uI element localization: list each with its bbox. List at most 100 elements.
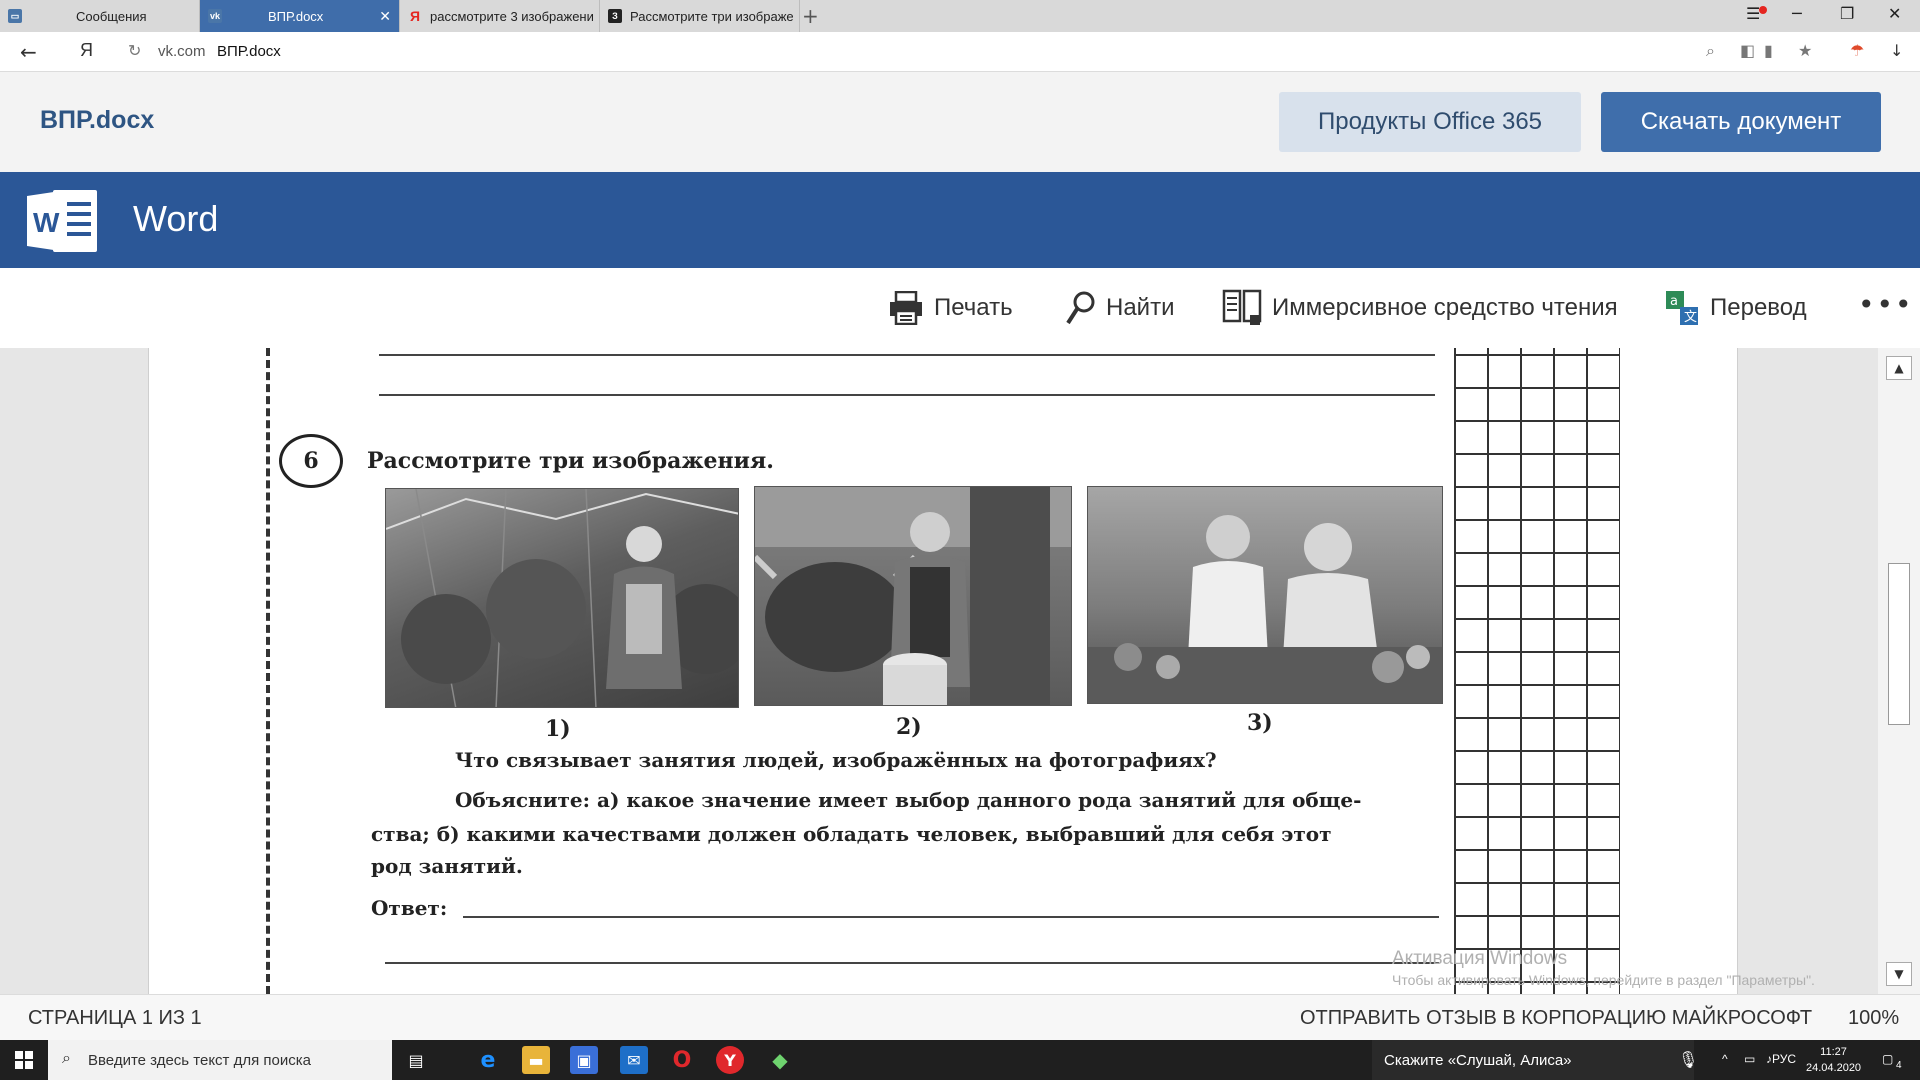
feedback-link[interactable]: ОТПРАВИТЬ ОТЗЫВ В КОРПОРАЦИЮ МАЙКРОСОФТ (1300, 1007, 1812, 1030)
question-number: 6 (279, 434, 343, 488)
umbrella-icon[interactable]: ☂ (1850, 41, 1864, 60)
page-indicator: СТРАНИЦА 1 ИЗ 1 (28, 1007, 202, 1029)
bookmark-star-icon[interactable]: ★ (1798, 41, 1812, 60)
zoom-icon[interactable]: ⌕ (1706, 41, 1715, 61)
windows-activation-hint: Чтобы активировать Windows, перейдите в … (1392, 972, 1815, 988)
url-domain[interactable]: vk.com (158, 43, 206, 60)
search-placeholder: Введите здесь текст для поиска (88, 1051, 311, 1069)
answer-line (463, 916, 1439, 918)
task-view-icon[interactable]: ▤ (402, 1046, 430, 1074)
close-window-icon[interactable]: ✕ (1888, 4, 1901, 23)
back-arrow-icon[interactable]: ← (20, 40, 37, 64)
office-header: ВПР.docx Продукты Office 365 Скачать док… (0, 72, 1920, 172)
browser-tab-strip: ▭ Сообщения vk ВПР.docx ✕ Я рассмотрите … (0, 0, 1920, 32)
search-icon (1066, 291, 1095, 325)
mail-icon[interactable]: ✉ (620, 1046, 648, 1074)
document-viewport[interactable]: 6 Рассмотрите три изображения. 1) 2) 3) … (0, 348, 1920, 994)
vertical-scrollbar[interactable]: ▲ ▼ (1878, 348, 1920, 994)
immersive-reader-button[interactable]: Иммерсивное средство чтения (1222, 288, 1618, 328)
printer-icon (890, 291, 922, 325)
tab-yandex-search[interactable]: Я рассмотрите 3 изображени (400, 0, 600, 32)
translate-label: Перевод (1710, 294, 1807, 321)
network-icon[interactable]: ▭ (1744, 1052, 1755, 1066)
print-label: Печать (934, 294, 1013, 321)
windows-taskbar: ⌕ Введите здесь текст для поиска ▤ e ▬ ▣… (0, 1040, 1920, 1080)
scroll-up-icon[interactable]: ▲ (1886, 356, 1912, 380)
messages-icon: ▭ (8, 9, 22, 23)
margin-dashed-line (266, 348, 270, 994)
start-button[interactable] (0, 1040, 48, 1080)
taskbar-clock[interactable]: 11:27 24.04.2020 (1806, 1044, 1861, 1076)
word-app-band: W Word (0, 172, 1920, 268)
alice-prompt: Скажите «Слушай, Алиса» (1384, 1051, 1572, 1069)
windows-activation-title: Активация Windows (1392, 948, 1568, 969)
tab-vpr-docx[interactable]: vk ВПР.docx ✕ (200, 0, 400, 32)
protect-icon[interactable]: ◧ (1740, 41, 1755, 60)
vk-icon: vk (208, 9, 222, 23)
tab-messages[interactable]: ▭ Сообщения (0, 0, 200, 32)
office-products-button[interactable]: Продукты Office 365 (1279, 92, 1581, 152)
zoom-level[interactable]: 100% (1848, 1007, 1899, 1030)
scroll-thumb[interactable] (1888, 563, 1910, 725)
explain-line-3: род занятий. (371, 854, 523, 878)
find-label: Найти (1106, 294, 1175, 321)
tab-znanija[interactable]: З Рассмотрите три изображе (600, 0, 800, 32)
scroll-down-icon[interactable]: ▼ (1886, 962, 1912, 986)
photo-farmer-cow (754, 486, 1072, 706)
svg-text:文: 文 (1684, 310, 1697, 325)
svg-text:W: W (33, 207, 60, 238)
edge-icon[interactable]: e (474, 1046, 502, 1074)
store-icon[interactable]: ▣ (570, 1046, 598, 1074)
photo-greenhouse (385, 488, 739, 708)
app-name: Word (133, 198, 219, 239)
language-indicator[interactable]: РУС (1772, 1052, 1796, 1066)
url-page-title[interactable]: ВПР.docx (217, 43, 281, 60)
tray-chevron-icon[interactable]: ^ (1722, 1052, 1728, 1066)
translate-button[interactable]: a 文 Перевод (1664, 288, 1807, 328)
microphone-icon[interactable]: 🎙 (1678, 1050, 1698, 1070)
word-logo-icon: W (27, 190, 97, 252)
photo-label-1: 1) (545, 716, 571, 742)
search-icon: ⌕ (62, 1050, 71, 1067)
minimize-icon[interactable]: ─ (1792, 4, 1802, 23)
answer-line (379, 394, 1435, 396)
immersive-reader-label: Иммерсивное средство чтения (1272, 294, 1618, 321)
sims-icon[interactable]: ◆ (766, 1046, 794, 1074)
menu-icon[interactable]: ☰ (1746, 4, 1760, 23)
photo-couple-harvest (1087, 486, 1443, 704)
z-icon: З (608, 9, 622, 23)
notification-center-icon[interactable]: ▢ (1882, 1052, 1893, 1066)
new-tab-button[interactable]: + (802, 4, 819, 28)
print-button[interactable]: Печать (888, 288, 1013, 328)
restore-icon[interactable]: ❐ (1840, 4, 1854, 23)
immersive-reader-icon (1222, 289, 1262, 325)
photo-label-2: 2) (896, 714, 922, 740)
answer-label: Ответ: (371, 896, 448, 920)
close-tab-icon[interactable]: ✕ (379, 8, 391, 25)
download-document-button[interactable]: Скачать документ (1601, 92, 1881, 152)
file-explorer-icon[interactable]: ▬ (522, 1046, 550, 1074)
explain-line-1: Объясните: а) какое значение имеет выбор… (455, 788, 1362, 812)
yandex-browser-icon[interactable]: Y (716, 1046, 744, 1074)
answer-line (379, 354, 1435, 356)
clock-date: 24.04.2020 (1806, 1062, 1862, 1074)
download-icon[interactable]: ↓ (1890, 41, 1903, 60)
translate-icon: a 文 (1666, 291, 1698, 325)
status-bar: СТРАНИЦА 1 ИЗ 1 ОТПРАВИТЬ ОТЗЫВ В КОРПОР… (0, 994, 1920, 1040)
tab-label: рассмотрите 3 изображени (430, 8, 594, 24)
reload-icon[interactable]: ↻ (128, 41, 141, 60)
more-options-icon[interactable]: ••• (1858, 288, 1914, 321)
tab-label: Рассмотрите три изображе (630, 8, 794, 24)
answer-line (385, 962, 1439, 964)
question-text: Что связывает занятия людей, изображённы… (455, 748, 1217, 772)
opera-icon[interactable]: O (668, 1046, 696, 1074)
lock-icon[interactable]: ▮ (1764, 41, 1773, 60)
tab-label: Сообщения (76, 8, 147, 24)
clock-time: 11:27 (1820, 1046, 1847, 1058)
document-page: 6 Рассмотрите три изображения. 1) 2) 3) … (148, 348, 1738, 994)
yandex-logo-icon[interactable]: Я (80, 40, 93, 61)
taskbar-search-input[interactable]: ⌕ Введите здесь текст для поиска (48, 1040, 392, 1080)
find-button[interactable]: Найти (1066, 288, 1174, 328)
alice-voice-input[interactable]: Скажите «Слушай, Алиса» 🎙 (1372, 1040, 1698, 1080)
windows-logo-icon (15, 1051, 33, 1069)
